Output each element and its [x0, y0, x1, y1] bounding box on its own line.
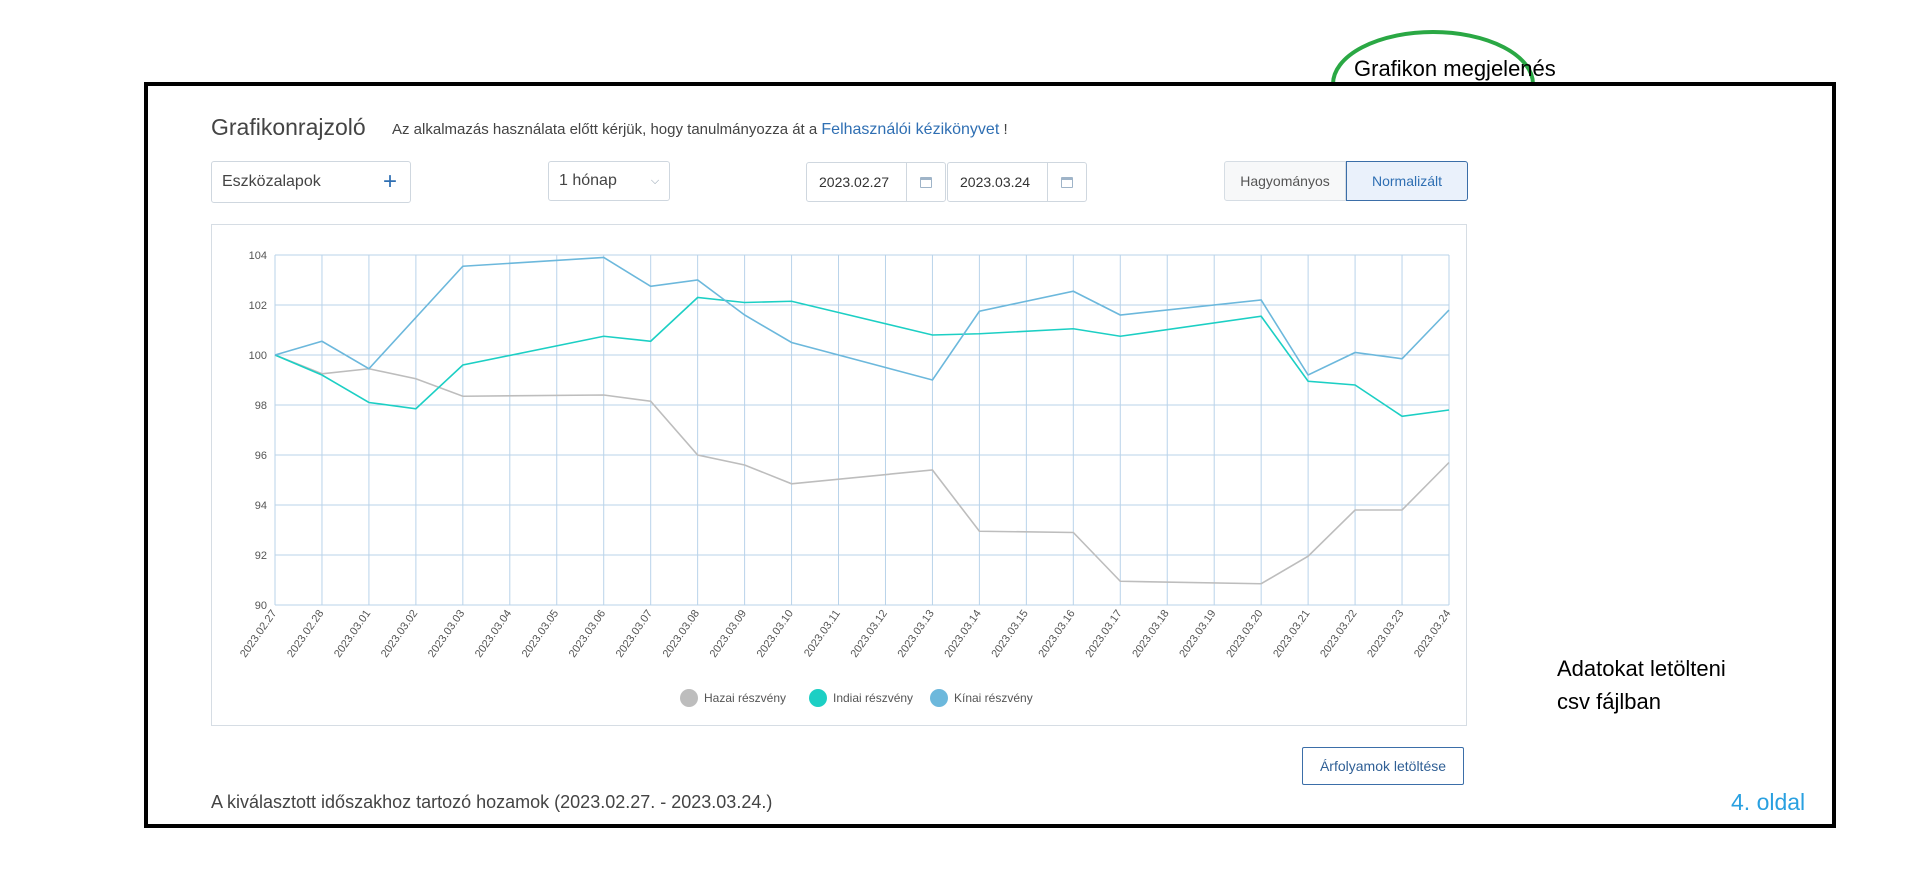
x-tick-label: 2023.03.05 [520, 608, 561, 660]
x-tick-label: 2023.03.17 [1083, 608, 1124, 660]
page-title: Grafikonrajzoló [211, 114, 366, 140]
download-callout-text-1: Adatokat letölteni [1557, 656, 1726, 681]
y-tick-label: 90 [255, 600, 267, 612]
y-tick-label: 92 [255, 550, 267, 562]
legend-swatch [809, 689, 827, 707]
x-tick-label: 2023.03.13 [895, 608, 936, 660]
x-tick-label: 2023.03.03 [426, 608, 467, 660]
x-tick-label: 2023.03.18 [1130, 608, 1171, 660]
x-tick-label: 2023.02.27 [238, 608, 279, 660]
x-tick-label: 2023.03.16 [1036, 608, 1077, 660]
start-date-value: 2023.02.27 [819, 174, 890, 190]
period-select[interactable]: 1 hónap ⌵ [548, 161, 670, 201]
page-number: 4. oldal [1731, 789, 1806, 815]
asset-picker-label: Eszközalapok [222, 173, 321, 190]
start-date-input[interactable]: 2023.02.27 [806, 162, 946, 202]
y-tick-label: 100 [249, 350, 267, 362]
y-tick-label: 104 [249, 250, 267, 262]
intro-suffix: ! [1003, 121, 1008, 138]
x-tick-label: 2023.03.19 [1177, 608, 1218, 660]
plus-icon[interactable]: + [370, 170, 410, 194]
x-tick-label: 2023.03.07 [614, 608, 655, 660]
chart-panel: 90 92 94 96 98 100 102 104 2023.02.27 2023.02.28 2… [211, 224, 1467, 726]
intro-text: Az alkalmazás használata előtt kérjük, h… [392, 121, 1008, 139]
x-tick-label: 2023.03.22 [1318, 608, 1359, 660]
end-date-value: 2023.03.24 [960, 174, 1031, 190]
download-rates-button[interactable]: Árfolyamok letöltése [1302, 747, 1464, 785]
view-normalized-button[interactable]: Normalizált [1346, 161, 1468, 201]
x-tick-label: 2023.03.09 [708, 608, 749, 660]
x-tick-label: 2023.03.24 [1412, 608, 1453, 660]
line-chart: 90929496981001021042023.02.27 2023.02.28 2… [238, 250, 1453, 707]
intro-sentence: Az alkalmazás használata előtt kérjük, h… [392, 121, 818, 138]
legend-label: Kínai részvény [954, 691, 1033, 705]
x-tick-label: 2023.03.01 [332, 608, 373, 660]
calendar-icon[interactable] [906, 163, 945, 201]
x-tick-label: 2023.03.20 [1224, 608, 1265, 660]
period-returns-heading: A kiválasztott időszakhoz tartozó hozamo… [211, 792, 773, 812]
x-tick-label: 2023.03.15 [989, 608, 1030, 660]
y-tick-label: 94 [255, 500, 267, 512]
asset-picker[interactable]: Eszközalapok + [211, 161, 411, 203]
x-tick-label: 2023.03.06 [567, 608, 608, 660]
calendar-icon[interactable] [1047, 163, 1086, 201]
series-line [274, 296, 1450, 418]
x-tick-label: 2023.03.21 [1271, 608, 1312, 660]
view-callout-text: Grafikon megjelenés [1354, 56, 1556, 81]
series-line [274, 354, 1450, 585]
y-tick-label: 102 [249, 300, 267, 312]
y-tick-label: 96 [255, 450, 267, 462]
chevron-down-icon: ⌵ [650, 174, 660, 187]
x-tick-label: 2023.03.23 [1365, 608, 1406, 660]
x-tick-label: 2023.03.14 [942, 608, 983, 660]
x-tick-label: 2023.03.10 [755, 608, 796, 660]
x-tick-label: 2023.03.11 [802, 608, 843, 659]
x-tick-label: 2023.03.12 [849, 608, 890, 660]
x-tick-label: 2023.03.04 [473, 608, 514, 660]
x-tick-label: 2023.02.28 [285, 608, 326, 660]
download-callout-text-2: csv fájlban [1557, 689, 1661, 714]
legend-swatch [680, 689, 698, 707]
user-manual-link[interactable]: Felhasználói kézikönyvet [821, 121, 999, 138]
view-mode-toggle: Hagyományos Normalizált [1224, 161, 1468, 201]
legend-swatch [930, 689, 948, 707]
x-tick-label: 2023.03.02 [379, 608, 420, 660]
view-classic-button[interactable]: Hagyományos [1224, 161, 1346, 201]
y-tick-label: 98 [255, 400, 267, 412]
x-tick-label: 2023.03.08 [661, 608, 702, 660]
legend-label: Hazai részvény [704, 691, 786, 705]
legend-label: Indiai részvény [833, 691, 913, 705]
period-select-value: 1 hónap [559, 172, 617, 189]
end-date-input[interactable]: 2023.03.24 [947, 162, 1087, 202]
